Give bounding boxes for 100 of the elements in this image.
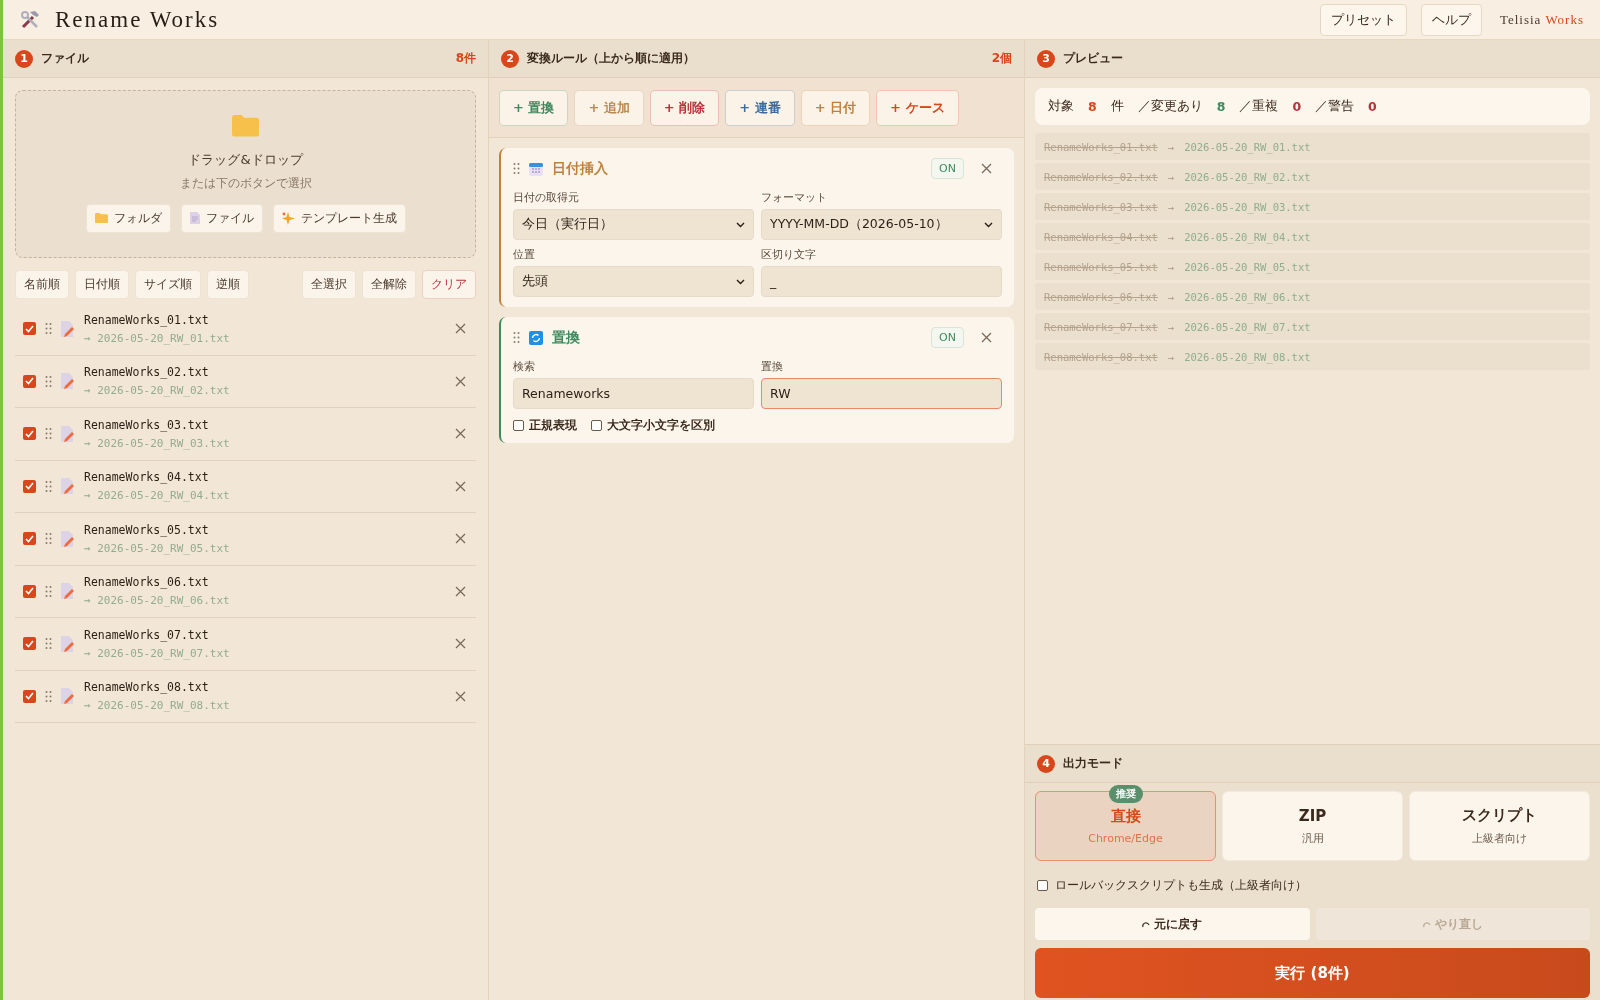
panel-title: 出力モード bbox=[1063, 755, 1124, 772]
field-label: フォーマット bbox=[761, 190, 828, 205]
select-field[interactable]: YYYY-MM-DD（2026-05-10） bbox=[761, 209, 1002, 240]
file-name: RenameWorks_08.txt bbox=[84, 680, 210, 695]
drag-handle-icon bbox=[513, 163, 520, 174]
remove-button[interactable] bbox=[455, 480, 466, 492]
run-button[interactable]: 実行 (8件) bbox=[1035, 948, 1590, 998]
remove-button[interactable] bbox=[981, 163, 992, 174]
file-edit-icon bbox=[61, 688, 75, 705]
sort-button[interactable]: サイズ順 bbox=[135, 270, 201, 299]
remove-button[interactable] bbox=[455, 585, 466, 597]
summary-label: ／重複 bbox=[1239, 98, 1279, 115]
select-button[interactable]: クリア bbox=[422, 270, 476, 299]
mode-option[interactable]: スクリプト 上級者向け bbox=[1409, 791, 1590, 861]
select-button[interactable]: 全選択 bbox=[302, 270, 356, 299]
hammer-icon bbox=[19, 8, 41, 31]
add-rule-button[interactable]: + ケース bbox=[876, 89, 959, 126]
file-edit-icon bbox=[61, 530, 75, 547]
checkbox[interactable] bbox=[513, 420, 524, 431]
toggle-button[interactable]: ON bbox=[931, 327, 964, 348]
sort-button[interactable]: 逆順 bbox=[207, 270, 249, 299]
arrow: → bbox=[1167, 260, 1175, 273]
select-field[interactable]: 先頭 bbox=[513, 266, 754, 297]
drag-handle-icon bbox=[45, 690, 52, 702]
remove-button[interactable] bbox=[455, 375, 466, 387]
file-name: RenameWorks_07.txt bbox=[84, 627, 210, 642]
remove-button[interactable] bbox=[455, 638, 466, 650]
file-edit-icon bbox=[61, 425, 75, 442]
panel-title: プレビュー bbox=[1063, 50, 1124, 67]
chevron-icon bbox=[736, 278, 745, 285]
panel-title: ファイル bbox=[41, 50, 90, 67]
drag-handle-icon bbox=[45, 533, 52, 545]
summary-label: 対象 bbox=[1048, 98, 1074, 115]
new-file-name: → 2026-05-20_RW_05.txt bbox=[84, 541, 231, 555]
new-name: 2026-05-20_RW_03.txt bbox=[1184, 200, 1311, 213]
file-name: RenameWorks_04.txt bbox=[84, 470, 210, 485]
undo-icon bbox=[1142, 920, 1151, 928]
new-name: 2026-05-20_RW_05.txt bbox=[1184, 260, 1311, 273]
close-icon bbox=[455, 480, 466, 492]
drag-handle-icon bbox=[45, 638, 52, 650]
arrow: → bbox=[1167, 200, 1175, 213]
summary-label: ／変更あり bbox=[1137, 98, 1203, 115]
input-field[interactable]: Renameworks bbox=[513, 378, 754, 409]
new-file-name: → 2026-05-20_RW_06.txt bbox=[84, 594, 231, 608]
drop-zone[interactable]: ドラッグ&ドロップ または下のボタンで選択 フォルダ ファイル テンプレート生成 bbox=[15, 90, 476, 258]
new-name: 2026-05-20_RW_02.txt bbox=[1184, 170, 1311, 183]
add-rule-button[interactable]: + 削除 bbox=[649, 89, 720, 126]
step-number: 3 bbox=[1037, 49, 1055, 68]
remove-button[interactable] bbox=[455, 323, 466, 335]
checkbox[interactable] bbox=[23, 637, 36, 651]
remove-button[interactable] bbox=[981, 332, 992, 343]
summary-unit: 件 bbox=[1110, 98, 1124, 115]
new-name: 2026-05-20_RW_08.txt bbox=[1184, 350, 1311, 363]
checkbox[interactable] bbox=[23, 374, 36, 388]
remove-button[interactable] bbox=[455, 690, 466, 702]
input-field[interactable]: RW bbox=[761, 378, 1002, 409]
app-title: Rename Works bbox=[55, 6, 221, 33]
document-icon bbox=[189, 212, 200, 225]
summary-value: 0 bbox=[1368, 99, 1377, 114]
drag-handle-icon bbox=[45, 428, 52, 440]
file-name: RenameWorks_01.txt bbox=[84, 312, 210, 327]
old-name: RenameWorks_08.txt bbox=[1044, 350, 1158, 363]
sparkle-icon bbox=[281, 211, 295, 225]
remove-button[interactable] bbox=[455, 428, 466, 440]
checkbox[interactable] bbox=[591, 420, 602, 431]
input-field[interactable]: _ bbox=[761, 266, 1002, 297]
old-name: RenameWorks_07.txt bbox=[1044, 320, 1158, 333]
file-edit-icon bbox=[61, 478, 75, 495]
add-rule-button[interactable]: + 置換 bbox=[499, 89, 569, 126]
select-field[interactable]: 今日（実行日） bbox=[513, 209, 754, 240]
add-files-button[interactable]: フォルダ bbox=[85, 203, 171, 233]
drag-handle-icon bbox=[513, 332, 520, 343]
arrow: → bbox=[1167, 140, 1175, 153]
mode-option[interactable]: ZIP 汎用 bbox=[1222, 791, 1403, 861]
checkbox[interactable] bbox=[23, 689, 36, 703]
header-button[interactable]: ヘルプ bbox=[1420, 3, 1482, 36]
toggle-button[interactable]: ON bbox=[931, 158, 964, 179]
add-files-button[interactable]: ファイル bbox=[180, 203, 263, 233]
sort-button[interactable]: 日付順 bbox=[75, 270, 129, 299]
sort-button[interactable]: 名前順 bbox=[15, 270, 69, 299]
remove-button[interactable] bbox=[455, 533, 466, 545]
add-rule-button[interactable]: + 連番 bbox=[725, 89, 795, 126]
new-file-name: → 2026-05-20_RW_02.txt bbox=[84, 384, 231, 398]
checkbox[interactable] bbox=[23, 532, 36, 546]
field-label: 日付の取得元 bbox=[513, 190, 580, 205]
history-button[interactable]: 元に戻す bbox=[1035, 908, 1310, 940]
new-file-name: → 2026-05-20_RW_07.txt bbox=[84, 646, 231, 660]
add-files-button[interactable]: テンプレート生成 bbox=[272, 203, 406, 233]
undo-icon bbox=[1422, 920, 1431, 928]
checkbox[interactable] bbox=[23, 479, 36, 493]
header-button[interactable]: プリセット bbox=[1319, 3, 1407, 36]
checkbox[interactable] bbox=[1037, 880, 1048, 891]
checkbox[interactable] bbox=[23, 427, 36, 441]
drag-handle-icon bbox=[45, 375, 52, 387]
summary-value: 8 bbox=[1088, 99, 1097, 114]
select-button[interactable]: 全解除 bbox=[362, 270, 416, 299]
summary-value: 8 bbox=[1216, 99, 1226, 114]
checkbox[interactable] bbox=[23, 584, 36, 598]
checkbox[interactable] bbox=[23, 322, 36, 336]
field-label: 位置 bbox=[513, 247, 536, 262]
